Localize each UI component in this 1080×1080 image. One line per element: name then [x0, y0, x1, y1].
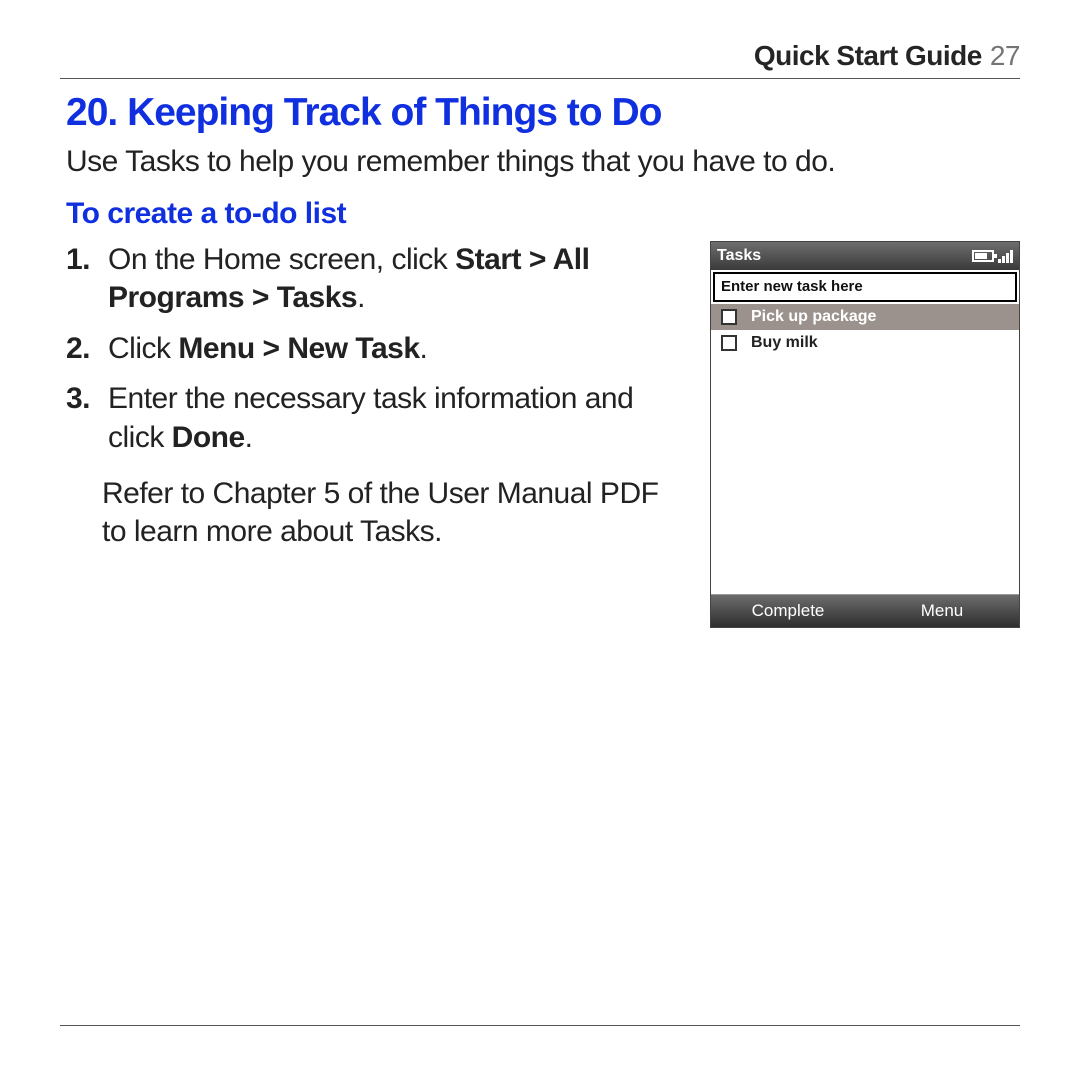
checkbox-icon[interactable] [721, 335, 737, 351]
task-label: Buy milk [751, 334, 818, 352]
subsection-heading: To create a to-do list [66, 197, 1020, 231]
intro-paragraph: Use Tasks to help you remember things th… [66, 145, 1020, 179]
step-post: . [245, 421, 253, 454]
step-item: On the Home screen, click Start > All Pr… [102, 241, 682, 318]
phone-status-icons [972, 249, 1013, 263]
phone-titlebar: Tasks [711, 242, 1019, 270]
step-post: . [357, 281, 365, 314]
section-number: 20. [66, 91, 117, 134]
phone-app-title: Tasks [717, 247, 761, 265]
step-text: Click [108, 332, 178, 365]
top-rule [60, 78, 1020, 79]
task-row[interactable]: Buy milk [711, 330, 1019, 356]
phone-screenshot: Tasks Enter new task here Pick up packag… [710, 241, 1020, 628]
step-bold: Done [172, 421, 245, 454]
checkbox-icon[interactable] [721, 309, 737, 325]
section-heading: 20. Keeping Track of Things to Do [66, 91, 1020, 135]
step-item: Click Menu > New Task. [102, 330, 682, 368]
bottom-rule [60, 1025, 1020, 1026]
step-text: On the Home screen, click [108, 243, 455, 276]
softkey-menu[interactable]: Menu [865, 601, 1019, 621]
running-header: Quick Start Guide 27 [60, 40, 1020, 72]
task-label: Pick up package [751, 308, 876, 326]
instruction-column: On the Home screen, click Start > All Pr… [66, 241, 682, 582]
section-title: Keeping Track of Things to Do [127, 91, 661, 134]
softkey-complete[interactable]: Complete [711, 601, 865, 621]
task-list: Pick up package Buy milk [711, 304, 1019, 594]
content-columns: On the Home screen, click Start > All Pr… [66, 241, 1020, 628]
guide-title: Quick Start Guide [754, 40, 982, 72]
task-row[interactable]: Pick up package [711, 304, 1019, 330]
battery-icon [972, 250, 994, 262]
step-item: Enter the necessary task information and… [102, 380, 682, 457]
phone-softkey-bar: Complete Menu [711, 594, 1019, 627]
signal-icon [998, 249, 1013, 263]
step-post: . [420, 332, 428, 365]
new-task-input[interactable]: Enter new task here [713, 272, 1017, 302]
steps-list: On the Home screen, click Start > All Pr… [66, 241, 682, 457]
step-bold: Menu > New Task [178, 332, 419, 365]
page-number: 27 [990, 40, 1020, 72]
manual-page: Quick Start Guide 27 20. Keeping Track o… [0, 0, 1080, 1080]
after-steps-paragraph: Refer to Chapter 5 of the User Manual PD… [66, 475, 682, 552]
